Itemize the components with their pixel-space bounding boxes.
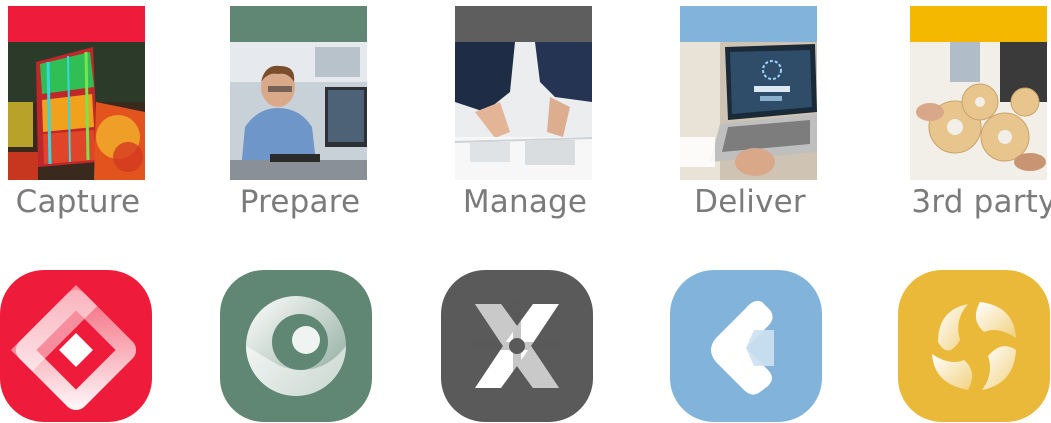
third-party-thumbnail	[910, 6, 1047, 180]
deliver-app-icon[interactable]	[670, 270, 822, 422]
gears-hands-image	[910, 42, 1047, 180]
point-cloud-image	[8, 42, 145, 180]
prepare-thumbnail	[230, 6, 367, 180]
tile-manage[interactable]: Manage	[441, 0, 595, 423]
laptop-exporting-image	[680, 42, 817, 180]
deliver-thumbnail	[680, 6, 817, 180]
capture-thumbnail	[8, 6, 145, 180]
capture-app-icon[interactable]	[0, 270, 152, 422]
tile-prepare[interactable]: Prepare	[220, 0, 372, 423]
team-meeting-image	[455, 42, 592, 180]
manage-app-icon[interactable]	[441, 270, 593, 422]
deliver-color-bar	[680, 6, 817, 42]
manage-thumbnail	[455, 6, 592, 180]
tile-capture[interactable]: Capture	[0, 0, 152, 423]
third-party-color-bar	[910, 6, 1047, 42]
third-party-app-icon[interactable]	[898, 270, 1050, 422]
tile-label: 3rd party	[911, 184, 1051, 220]
tile-label: Manage	[462, 184, 588, 220]
tile-label: Deliver	[694, 184, 806, 220]
prepare-app-icon[interactable]	[220, 270, 372, 422]
tile-third-party[interactable]: 3rd party	[898, 0, 1051, 423]
office-worker-image	[230, 42, 367, 180]
capture-color-bar	[8, 6, 145, 42]
tile-label: Prepare	[239, 184, 361, 220]
prepare-color-bar	[230, 6, 367, 42]
tile-label: Capture	[15, 184, 141, 220]
tile-deliver[interactable]: Deliver	[670, 0, 822, 423]
manage-color-bar	[455, 6, 592, 42]
